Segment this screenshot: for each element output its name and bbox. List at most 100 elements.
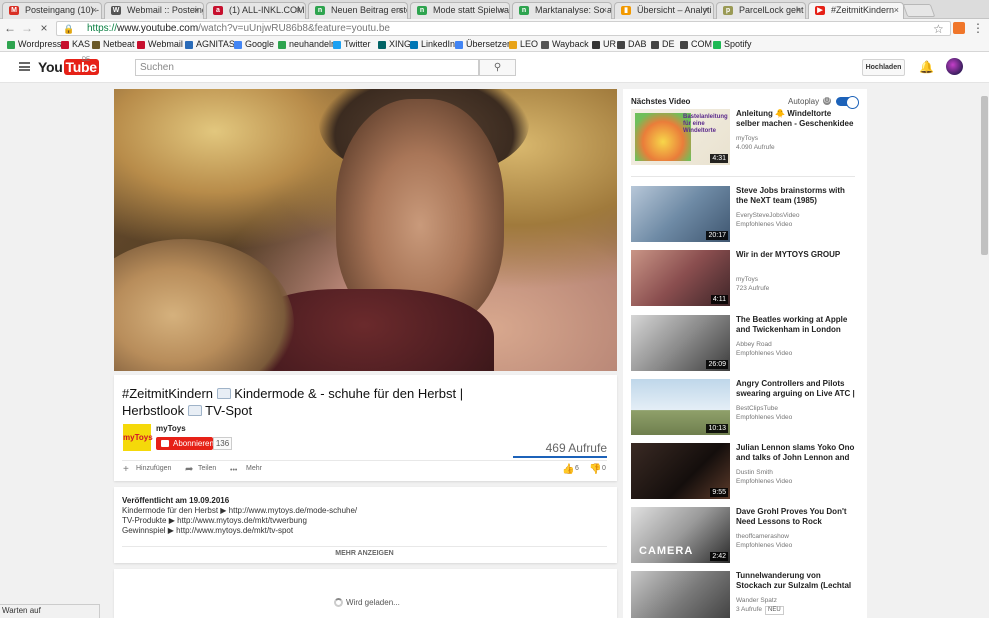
related-video-item[interactable]: 20:17 Steve Jobs brainstorms with the NeX… xyxy=(631,186,856,242)
bookmark-item[interactable]: LinkedIn xyxy=(410,38,455,51)
browser-tab[interactable]: n Mode statt Spielwa × xyxy=(410,2,510,19)
close-tab-icon[interactable]: × xyxy=(602,3,607,18)
browser-tab[interactable]: ▶ #ZeitmitKindern × xyxy=(808,2,904,19)
more-actions-button[interactable]: ••• Mehr xyxy=(230,463,262,476)
related-video-item[interactable]: 9:55 Julian Lennon slams Yoko Ono and tal… xyxy=(631,443,856,499)
bookmark-item[interactable]: DAB xyxy=(617,38,647,51)
video-thumbnail[interactable]: 20:17 xyxy=(631,186,730,242)
autoplay-toggle[interactable] xyxy=(836,96,859,109)
new-tab-button[interactable] xyxy=(902,4,936,17)
subscribe-button[interactable]: Abonnieren xyxy=(156,437,214,450)
bookmark-item[interactable]: Webmail xyxy=(137,38,183,51)
youtube-tab-icon: ▶ xyxy=(815,6,825,15)
video-player[interactable] xyxy=(114,89,617,371)
search-input[interactable]: Suchen xyxy=(135,59,479,76)
bookmark-item[interactable]: COM xyxy=(680,38,712,51)
browser-tab[interactable]: M Posteingang (10) - × xyxy=(2,2,102,19)
bookmark-item[interactable]: XING xyxy=(378,38,411,51)
close-tab-icon[interactable]: × xyxy=(194,3,199,18)
related-video-item[interactable]: 4:11 Wir in der MYTOYS GROUP myToys 723 Auf… xyxy=(631,250,856,306)
related-video-item[interactable]: CAMERA 2:42 Dave Grohl Proves You Don't Ne… xyxy=(631,507,856,563)
browser-tab[interactable]: n Marktanalyse: So a × xyxy=(512,2,612,19)
dislike-button[interactable]: 👎0 xyxy=(589,463,606,475)
video-thumbnail[interactable]: 26:09 xyxy=(631,315,730,371)
bookmark-star-icon[interactable]: ☆ xyxy=(933,22,944,36)
notifications-bell-icon[interactable]: 🔔 xyxy=(919,60,934,74)
bookmark-label: LinkedIn xyxy=(421,39,456,49)
bookmark-item[interactable]: neuhandeln xyxy=(278,38,336,51)
related-video-title[interactable]: Julian Lennon slams Yoko Ono and talks o… xyxy=(736,443,856,463)
close-tab-icon[interactable]: × xyxy=(704,3,709,18)
bookmark-item[interactable]: Übersetzer xyxy=(455,38,510,51)
related-video-title[interactable]: Steve Jobs brainstorms with the NeXT tea… xyxy=(736,186,856,206)
browser-tab[interactable]: a (1) ALL-INKL.COM V × xyxy=(206,2,306,19)
related-video-title[interactable]: Dave Grohl Proves You Don't Need Lessons… xyxy=(736,507,856,527)
close-tab-icon[interactable]: × xyxy=(92,3,97,18)
publish-date: Veröffentlicht am 19.09.2016 xyxy=(122,496,230,505)
info-icon[interactable]: ⓘ xyxy=(823,97,831,105)
bookmark-item[interactable]: Wordpress xyxy=(7,38,61,51)
bookmark-item[interactable]: Wayback xyxy=(541,38,589,51)
close-tab-icon[interactable]: × xyxy=(296,3,301,18)
like-button[interactable]: 👍6 xyxy=(562,463,579,475)
close-tab-icon[interactable]: × xyxy=(796,3,801,18)
bookmark-item[interactable]: UR xyxy=(592,38,616,51)
related-video-title[interactable]: Anleitung 🐥 Windeltorte selber machen - … xyxy=(736,109,856,129)
video-thumbnail[interactable]: Bastelanleitung für eine Windeltorte 4:31 xyxy=(631,109,730,165)
show-more-button[interactable]: MEHR ANZEIGEN xyxy=(122,550,607,557)
avatar[interactable] xyxy=(946,58,963,75)
related-video-item[interactable]: Bastelanleitung für eine Windeltorte 4:31… xyxy=(631,109,856,165)
add-to-button[interactable]: + Hinzufügen xyxy=(123,463,171,475)
related-video-channel: EverySteveJobsVideo xyxy=(736,212,800,219)
close-tab-icon[interactable]: × xyxy=(398,3,403,18)
bookmark-favicon-icon xyxy=(7,41,15,49)
related-video-title[interactable]: Angry Controllers and Pilots swearing ar… xyxy=(736,379,856,399)
browser-tab[interactable]: W Webmail :: Posteing × xyxy=(104,2,204,19)
video-thumbnail[interactable]: 10:13 xyxy=(631,379,730,435)
close-tab-icon[interactable]: × xyxy=(500,3,505,18)
related-video-item[interactable]: Tunnelwanderung von Stockach zur Sulzalm… xyxy=(631,571,856,618)
bookmark-favicon-icon xyxy=(137,41,145,49)
browser-tab[interactable]: ▮ Übersicht – Analyti × xyxy=(614,2,714,19)
video-thumbnail[interactable] xyxy=(631,571,730,618)
stop-loading-icon[interactable]: × xyxy=(37,20,51,36)
page-scrollbar-thumb[interactable] xyxy=(981,96,988,255)
video-duration: 26:09 xyxy=(706,360,728,369)
browser-tab[interactable]: pParcelLock geht an× xyxy=(716,2,806,19)
channel-name[interactable]: myToys xyxy=(156,424,186,433)
bookmark-item[interactable]: DE xyxy=(651,38,675,51)
share-button[interactable]: ➦ Teilen xyxy=(185,463,216,475)
bookmark-favicon-icon xyxy=(278,41,286,49)
browser-tab[interactable]: n Neuen Beitrag erste × xyxy=(308,2,408,19)
bookmark-item[interactable]: AGNITAS xyxy=(185,38,235,51)
video-thumbnail[interactable]: 9:55 xyxy=(631,443,730,499)
close-tab-icon[interactable]: × xyxy=(894,3,899,18)
bookmark-item[interactable]: Netbeat xyxy=(92,38,135,51)
video-thumbnail[interactable]: CAMERA 2:42 xyxy=(631,507,730,563)
guide-menu-icon[interactable] xyxy=(19,62,30,71)
bookmark-item[interactable]: Twitter xyxy=(333,38,371,51)
browser-menu-icon[interactable]: ⋮ xyxy=(972,21,984,35)
related-video-title[interactable]: The Beatles working at Apple and Twicken… xyxy=(736,315,856,335)
back-button-icon[interactable]: ← xyxy=(3,20,17,36)
bookmark-label: XING xyxy=(389,39,412,49)
upload-button[interactable]: Hochladen xyxy=(862,59,905,76)
bookmark-item[interactable]: KAS xyxy=(61,38,90,51)
video-thumbnail[interactable]: 4:11 xyxy=(631,250,730,306)
allinkl-icon: a xyxy=(213,6,223,15)
bookmark-item[interactable]: LEO xyxy=(509,38,538,51)
related-video-title[interactable]: Tunnelwanderung von Stockach zur Sulzalm… xyxy=(736,571,856,591)
related-video-item[interactable]: 10:13 Angry Controllers and Pilots sweari… xyxy=(631,379,856,435)
extension-icon[interactable] xyxy=(953,22,965,34)
related-video-item[interactable]: 26:09 The Beatles working at Apple and Tw… xyxy=(631,315,856,371)
address-bar[interactable]: 🔒 https://www.youtube.com/watch?v=uUnjwRU… xyxy=(56,21,951,36)
related-video-title[interactable]: Wir in der MYTOYS GROUP xyxy=(736,250,856,260)
bookmark-item[interactable]: Spotify xyxy=(713,38,752,51)
bookmark-item[interactable]: Google xyxy=(234,38,274,51)
youtube-logo[interactable]: You Tube DE xyxy=(38,57,99,76)
search-button[interactable]: ⚲ xyxy=(479,59,516,76)
channel-logo[interactable]: myToys xyxy=(123,424,153,451)
forward-button-icon[interactable]: → xyxy=(20,20,34,36)
bookmark-favicon-icon xyxy=(92,41,100,49)
comments-card xyxy=(114,569,617,618)
